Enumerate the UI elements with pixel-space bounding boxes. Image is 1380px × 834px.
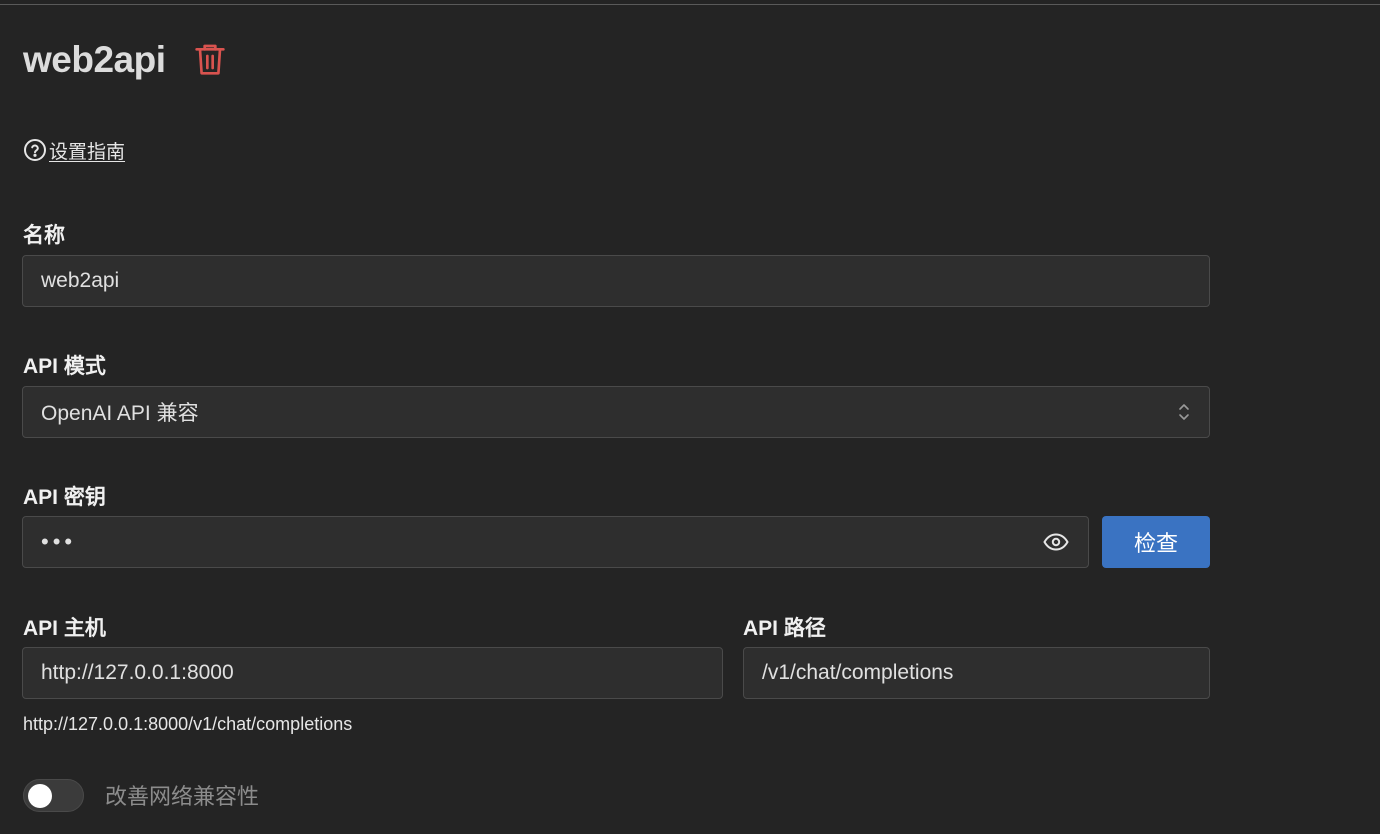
setup-guide-label: 设置指南: [49, 141, 126, 163]
api-mode-selected-value: OpenAI API 兼容: [41, 402, 199, 425]
api-path-field[interactable]: [743, 647, 1210, 699]
api-key-field[interactable]: [22, 516, 1089, 568]
api-key-input[interactable]: [41, 529, 1042, 555]
api-path-input[interactable]: [762, 661, 1191, 685]
name-field[interactable]: [22, 255, 1210, 307]
toggle-knob: [28, 783, 52, 808]
page-title: web2api: [23, 39, 166, 80]
setup-guide-link[interactable]: 设置指南: [23, 137, 125, 163]
api-host-field[interactable]: [22, 647, 723, 699]
network-compat-label: 改善网络兼容性: [105, 784, 260, 809]
full-api-url: http://127.0.0.1:8000/v1/chat/completion…: [23, 714, 353, 734]
chevron-up-down-icon: [1177, 401, 1191, 423]
trash-icon: [194, 44, 225, 75]
check-button[interactable]: 检查: [1102, 516, 1210, 568]
top-divider: [0, 4, 1380, 5]
delete-provider-button[interactable]: [192, 40, 228, 80]
api-host-label: API 主机: [23, 617, 106, 640]
network-compat-toggle[interactable]: [23, 778, 84, 812]
name-input[interactable]: [41, 269, 1191, 293]
api-path-label: API 路径: [743, 617, 826, 640]
name-label: 名称: [23, 224, 65, 247]
network-compat-row: 改善网络兼容性: [23, 778, 259, 812]
title-row: web2api: [23, 36, 228, 84]
eye-icon[interactable]: [1042, 531, 1070, 553]
api-host-input[interactable]: [41, 661, 704, 685]
question-circle-icon: [24, 139, 46, 161]
api-mode-label: API 模式: [23, 355, 106, 378]
api-key-label: API 密钥: [23, 486, 106, 509]
api-mode-select[interactable]: OpenAI API 兼容: [22, 386, 1210, 438]
